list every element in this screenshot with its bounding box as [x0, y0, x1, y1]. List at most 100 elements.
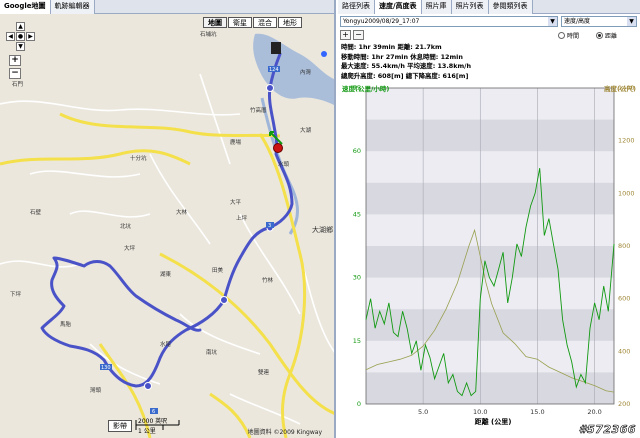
map-place-label: 田美	[212, 266, 224, 274]
speed-altitude-chart[interactable]: 速度(公里/小時) 高度(公尺) 01530456075200400600800…	[338, 82, 640, 428]
mode-select[interactable]: 速度/高度 ▼	[561, 16, 637, 27]
track-stats: 時間: 1hr 39min 距離: 21.7km 移動時間: 1hr 27min…	[341, 43, 637, 82]
chart-x-tick: 10.0	[473, 408, 487, 416]
map-zoom-in-icon[interactable]: +	[9, 55, 21, 66]
map-place-label: 大湖	[300, 126, 312, 134]
map-place-label: 水尾	[160, 340, 172, 348]
pan-up-icon[interactable]: ▲	[16, 22, 25, 31]
track-select-value: Yongyu2009/08/29_17:07	[343, 18, 420, 25]
pan-right-icon[interactable]: ▶	[26, 32, 35, 41]
stats-line-moving-rest: 移動時間: 1hr 27min 休息時間: 12min	[341, 52, 463, 61]
road-shield-label: 3	[268, 223, 271, 229]
pan-center-icon[interactable]: ●	[16, 32, 25, 41]
chart-y-tick-right: 800	[618, 242, 630, 250]
chart-y-tick-right: 1400	[618, 84, 635, 92]
right-pane: 路徑列表 速度/高度表 照片庫 照片列表 參閱類列表 Yongyu2009/08…	[338, 0, 640, 438]
map-tabbar: Google地圖 軌跡編輯器	[0, 0, 334, 14]
chart-y-tick-right: 400	[618, 347, 630, 355]
chart-grid-band	[366, 214, 614, 246]
chart-x-tick: 20.0	[587, 408, 601, 416]
map-place-label: 大林	[176, 208, 188, 216]
chart-y-tick-right: 600	[618, 295, 630, 303]
chart-y-tick-left: 75	[353, 84, 361, 92]
map-zoom-out-icon[interactable]: −	[9, 68, 21, 79]
scale-top-label: 2000 英呎	[138, 418, 168, 425]
map-type-map-button[interactable]: 地圖	[203, 17, 227, 28]
chart-y-tick-left: 15	[353, 337, 361, 345]
scale-bar: 2000 英呎 1 公里	[135, 417, 181, 435]
chart-ylabel-left: 速度(公里/小時)	[342, 84, 389, 93]
chart-x-tick: 5.0	[418, 408, 428, 416]
scale-bottom-label: 1 公里	[138, 428, 156, 435]
chart-toolbar: + − 時間 距離	[340, 30, 638, 41]
map-place-label: 大湖鄉	[312, 225, 333, 234]
chart-grid-band	[366, 88, 614, 120]
map-place-label: 大平	[230, 198, 242, 206]
tab-photo-list[interactable]: 照片列表	[451, 0, 489, 14]
chart-y-tick-left: 0	[357, 400, 361, 408]
map-place-label: 竹林	[262, 276, 274, 284]
chart-zoom-in-button[interactable]: +	[340, 30, 351, 40]
stats-line-time-distance: 時間: 1hr 39min 距離: 21.7km	[341, 43, 442, 51]
tab-route-list[interactable]: 路徑列表	[338, 0, 375, 14]
map-zoom-control: + −	[9, 55, 21, 79]
pan-left-icon[interactable]: ◀	[6, 32, 15, 41]
chart-grid-band	[366, 340, 614, 373]
road-shield-label: 6	[152, 409, 155, 415]
radio-time-label: 時間	[567, 33, 580, 40]
map-place-label: 南坑	[206, 348, 218, 356]
chevron-down-icon: ▼	[627, 17, 636, 26]
tab-photo-album[interactable]: 照片庫	[421, 0, 452, 14]
pan-down-icon[interactable]: ▼	[16, 42, 25, 51]
map-type-group: 地圖 衛星 混合 地形	[202, 17, 302, 28]
map-action-button[interactable]: 影帶	[108, 420, 132, 432]
mode-select-value: 速度/高度	[564, 18, 591, 25]
chart-y-tick-left: 30	[353, 274, 361, 282]
tab-google-map[interactable]: Google地圖	[0, 0, 51, 14]
map-place-label: 雙連	[258, 368, 270, 376]
chevron-down-icon: ▼	[548, 17, 557, 26]
chart-y-tick-left: 45	[353, 210, 361, 218]
map-type-hybrid-button[interactable]: 混合	[253, 17, 277, 28]
radio-distance-indicator	[596, 32, 603, 39]
map-place-label: 北坑	[120, 222, 132, 230]
radio-time-indicator	[558, 32, 565, 39]
track-selector-row: Yongyu2009/08/29_17:07 ▼ 速度/高度 ▼	[340, 16, 638, 28]
road-shield-label: 130	[101, 365, 111, 371]
radio-distance[interactable]: 距離	[596, 31, 617, 40]
map-place-label: 石埔坑	[200, 30, 217, 38]
map-place-label: 水頭	[278, 160, 290, 168]
map-pane: Google地圖 軌跡編輯器 石埔坑 竹高厝 內灣 大湖 十分坑 鹿場 石門 水…	[0, 0, 336, 438]
map-type-terrain-button[interactable]: 地形	[278, 17, 302, 28]
track-select[interactable]: Yongyu2009/08/29_17:07 ▼	[340, 16, 558, 27]
chart-y-tick-left: 60	[353, 147, 361, 155]
road-shield-label: 124	[269, 67, 279, 73]
map-canvas[interactable]: 石埔坑 竹高厝 內灣 大湖 十分坑 鹿場 石門 水頭 大湖鄉 大平 上坪 田美 …	[0, 14, 336, 438]
tab-track-editor[interactable]: 軌跡編輯器	[50, 0, 95, 14]
watermark-label: #572366	[578, 423, 636, 437]
chart-y-tick-right: 1000	[618, 189, 635, 197]
radio-time[interactable]: 時間	[558, 31, 579, 40]
map-place-label: 上坪	[236, 214, 248, 222]
chart-zoom-out-button[interactable]: −	[353, 30, 364, 40]
map-place-label: 石壁	[30, 208, 42, 216]
map-place-label: 竹高厝	[250, 106, 267, 114]
pan-control: ▲ ◀ ● ▶ ▼	[6, 22, 36, 52]
right-tabbar: 路徑列表 速度/高度表 照片庫 照片列表 參閱類列表	[338, 0, 640, 14]
tab-reference-list[interactable]: 參閱類列表	[488, 0, 533, 14]
radio-distance-label: 距離	[605, 33, 618, 40]
stats-line-elevation: 總爬升高度: 608[m] 總下降高度: 616[m]	[341, 72, 469, 81]
map-place-label: 十分坑	[130, 154, 147, 162]
stats-line-speed: 最大速度: 55.4km/h 平均速度: 13.8km/h	[341, 62, 472, 71]
map-type-satellite-button[interactable]: 衛星	[228, 17, 252, 28]
tab-speed-altitude[interactable]: 速度/高度表	[375, 0, 422, 14]
map-place-label: 灣頭	[90, 386, 102, 394]
map-place-label: 鹿場	[230, 138, 242, 146]
chart-grid-band	[366, 277, 614, 310]
map-copyright: 地圖資料 ©2009 Kingway	[247, 429, 322, 436]
map-place-label: 大坪	[124, 244, 136, 252]
chart-x-tick: 15.0	[530, 408, 544, 416]
chart-grid-band	[366, 151, 614, 183]
chart-y-tick-right: 200	[618, 400, 630, 408]
map-place-label: 石門	[12, 81, 24, 88]
